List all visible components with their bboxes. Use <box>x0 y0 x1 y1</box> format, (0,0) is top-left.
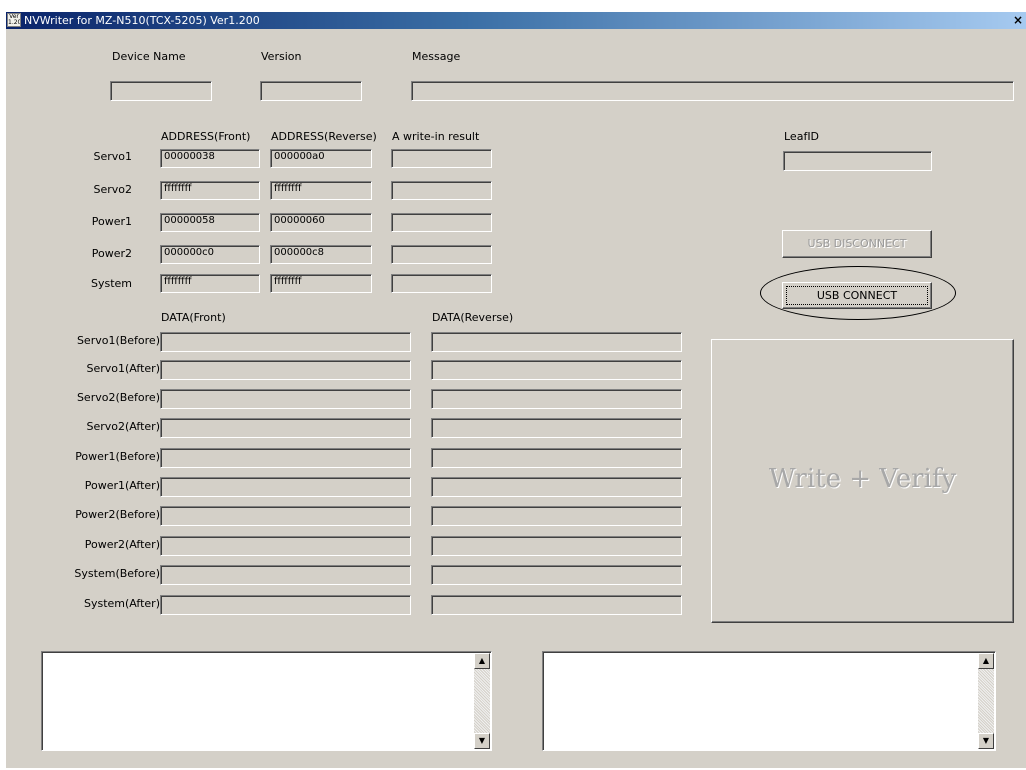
device-name-field[interactable] <box>110 81 212 101</box>
version-label: Version <box>261 50 302 63</box>
address-reverse-field[interactable]: ffffffff <box>270 181 372 200</box>
message-label: Message <box>412 50 461 63</box>
data-row-label: Power1(After) <box>84 479 160 492</box>
address-row-label: Servo2 <box>93 183 132 196</box>
address-front-field[interactable]: 00000038 <box>160 149 260 168</box>
scrollbar[interactable]: ▲ ▼ <box>474 653 490 749</box>
write-result-field[interactable] <box>391 149 492 168</box>
usb-disconnect-button[interactable]: USB DISCONNECT <box>782 230 932 258</box>
data-row-label: Power1(Before) <box>75 450 160 463</box>
data-reverse-field[interactable] <box>431 389 682 409</box>
window-title: NVWriter for MZ-N510(TCX-5205) Ver1.200 <box>24 14 260 27</box>
message-field[interactable] <box>411 81 1014 101</box>
write-result-field[interactable] <box>391 213 492 232</box>
data-row-label: Servo1(Before) <box>76 334 160 347</box>
data-reverse-field[interactable] <box>431 418 682 438</box>
data-front-field[interactable] <box>160 506 411 526</box>
address-row-label: Servo1 <box>93 150 132 163</box>
write-result-field[interactable] <box>391 245 492 264</box>
address-reverse-field[interactable]: 000000c8 <box>270 245 372 264</box>
arrow-up-icon[interactable]: ▲ <box>978 653 994 669</box>
address-front-field[interactable]: ffffffff <box>160 181 260 200</box>
data-front-header: DATA(Front) <box>161 311 226 324</box>
write-verify-label: Write + Verify <box>768 464 957 494</box>
title-bar[interactable]: Ver 1.20 NVWriter for MZ-N510(TCX-5205) … <box>6 12 1026 29</box>
leaf-id-label: LeafID <box>784 130 820 143</box>
data-row-label: System(Before) <box>74 567 160 580</box>
write-result-header: A write-in result <box>392 130 480 143</box>
data-front-field[interactable] <box>160 418 411 438</box>
data-row-label: System(After) <box>83 597 160 610</box>
data-row-label: Power2(After) <box>84 538 160 551</box>
address-reverse-field[interactable]: 000000a0 <box>270 149 372 168</box>
write-result-field[interactable] <box>391 181 492 200</box>
data-reverse-header: DATA(Reverse) <box>432 311 514 324</box>
data-front-field[interactable] <box>160 595 411 615</box>
address-row-label: Power1 <box>91 215 132 228</box>
data-front-field[interactable] <box>160 389 411 409</box>
log-textarea-left[interactable]: ▲ ▼ <box>41 651 492 751</box>
address-front-field[interactable]: 000000c0 <box>160 245 260 264</box>
arrow-up-icon[interactable]: ▲ <box>474 653 490 669</box>
device-name-label: Device Name <box>112 50 186 63</box>
data-front-field[interactable] <box>160 536 411 556</box>
version-field[interactable] <box>260 81 362 101</box>
log-textarea-right[interactable]: ▲ ▼ <box>542 651 996 751</box>
arrow-down-icon[interactable]: ▼ <box>474 733 490 749</box>
scrollbar[interactable]: ▲ ▼ <box>978 653 994 749</box>
app-icon: Ver 1.20 <box>7 13 21 27</box>
address-row-label: System <box>90 277 132 290</box>
data-reverse-field[interactable] <box>431 506 682 526</box>
data-front-field[interactable] <box>160 448 411 468</box>
data-row-label: Servo1(After) <box>86 362 160 375</box>
data-front-field[interactable] <box>160 360 411 380</box>
data-reverse-field[interactable] <box>431 536 682 556</box>
data-reverse-field[interactable] <box>431 595 682 615</box>
focus-rect <box>786 286 928 305</box>
data-row-label: Servo2(After) <box>86 420 160 433</box>
data-front-field[interactable] <box>160 332 411 352</box>
address-front-field[interactable]: 00000058 <box>160 213 260 232</box>
usb-connect-button[interactable]: USB CONNECT <box>782 282 932 309</box>
data-row-label: Servo2(Before) <box>76 391 160 404</box>
address-front-field[interactable]: ffffffff <box>160 274 260 293</box>
address-reverse-header: ADDRESS(Reverse) <box>271 130 377 143</box>
data-reverse-field[interactable] <box>431 477 682 497</box>
arrow-down-icon[interactable]: ▼ <box>978 733 994 749</box>
close-icon[interactable]: × <box>1010 13 1026 27</box>
data-reverse-field[interactable] <box>431 360 682 380</box>
data-front-field[interactable] <box>160 477 411 497</box>
write-verify-button[interactable]: Write + Verify <box>711 339 1014 623</box>
data-reverse-field[interactable] <box>431 448 682 468</box>
data-front-field[interactable] <box>160 565 411 585</box>
write-result-field[interactable] <box>391 274 492 293</box>
data-reverse-field[interactable] <box>431 332 682 352</box>
address-reverse-field[interactable]: 00000060 <box>270 213 372 232</box>
data-row-label: Power2(Before) <box>75 508 160 521</box>
address-row-label: Power2 <box>91 247 132 260</box>
leaf-id-field[interactable] <box>783 151 932 171</box>
address-reverse-field[interactable]: ffffffff <box>270 274 372 293</box>
data-reverse-field[interactable] <box>431 565 682 585</box>
address-front-header: ADDRESS(Front) <box>161 130 251 143</box>
